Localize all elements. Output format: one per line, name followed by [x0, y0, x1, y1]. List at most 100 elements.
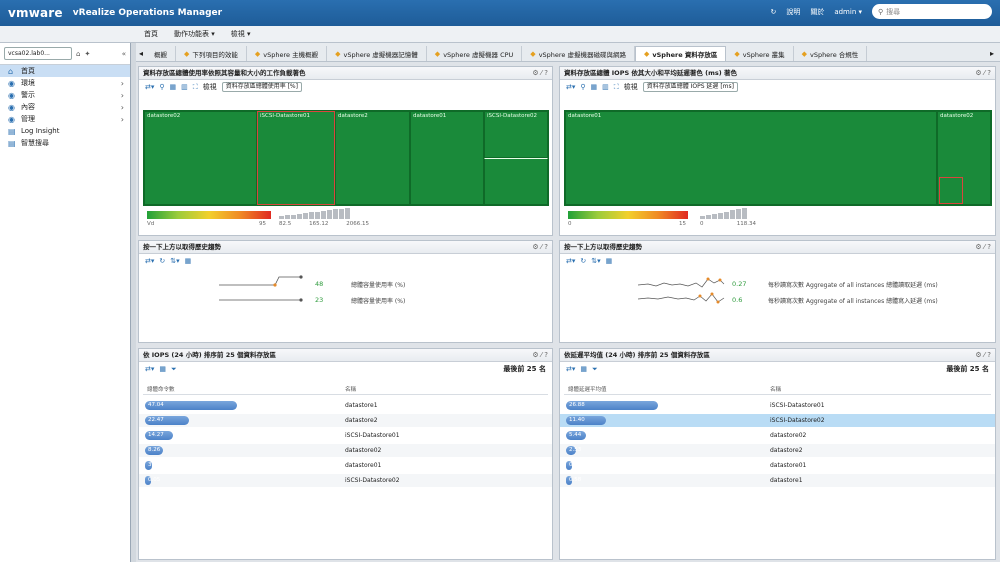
filter-icon[interactable]: ⏷ [592, 365, 598, 374]
size-legend-bar [730, 210, 735, 219]
dashboard-icon: ◆ [644, 50, 650, 58]
collapse-icon[interactable]: « [122, 50, 126, 58]
panel-controls-icon[interactable]: ⚙ ⁄ ? [975, 67, 991, 79]
refresh-icon[interactable]: ↻ [770, 8, 776, 16]
table-row[interactable]: 0.72 datastore01 [560, 459, 995, 472]
treemap-cell[interactable] [484, 158, 548, 205]
table-row[interactable]: 0.05 iSCSI-Datastore02 [139, 474, 552, 487]
home-button[interactable]: 首頁 [140, 29, 162, 39]
trend-label[interactable]: 每秒讀寫次數 Aggregate of all instances 總體寫入延遲… [768, 296, 938, 305]
dashboard-tab[interactable]: ◆ vSphere 主機概觀 [247, 46, 328, 61]
dashboard-tab[interactable]: ◆ vSphere 虛擬機器磁碟與網路 [522, 46, 635, 61]
metric-dropdown[interactable]: 資料存放區總體 IOPS 延遲 [ms] [642, 82, 738, 92]
filter-icon[interactable]: ▥ [602, 83, 609, 91]
dashboard-tab[interactable]: ◆ vSphere 合規性 [794, 46, 868, 61]
size-legend [700, 207, 750, 219]
table-row[interactable]: 11.40 iSCSI-Datastore02 [560, 414, 995, 427]
datastore-name: iSCSI-Datastore01 [770, 402, 825, 409]
chart-icon[interactable]: ▦ [591, 83, 598, 91]
column-header[interactable]: 名稱 [770, 385, 781, 393]
sidebar-item[interactable]: ◉ 環境 › [0, 77, 130, 89]
datastore-name: datastore02 [770, 432, 807, 439]
dashboard-nav-icon[interactable]: ⇄▾ [145, 365, 154, 373]
dashboard-tab[interactable]: ◆ vSphere 虛擬機器 CPU [427, 46, 523, 61]
tab-scroll-right-icon[interactable]: ▸ [990, 46, 1000, 61]
metric-dropdown[interactable]: 資料存放區總體使用率 [%] [221, 82, 302, 92]
sort-icon[interactable]: ⇅▾ [591, 257, 600, 265]
refresh-icon[interactable]: ↻ [159, 257, 165, 265]
treemap-cell[interactable]: iSCSI-Datastore01 [257, 111, 335, 205]
treemap-cell[interactable]: datastore01 [410, 111, 484, 205]
tab-scroll-left-icon[interactable]: ◂ [136, 46, 146, 61]
column-header[interactable]: 名稱 [345, 385, 356, 393]
table-row[interactable]: 26.88 iSCSI-Datastore01 [560, 399, 995, 412]
grid-icon[interactable]: ▦ [185, 257, 192, 265]
sidebar-item[interactable]: ◉ 管理 › [0, 113, 130, 125]
panel-controls-icon[interactable]: ⚙ ⁄ ? [975, 349, 991, 361]
table-row[interactable]: 5.44 datastore02 [560, 429, 995, 442]
sidebar-item[interactable]: ⌂ 首頁 [0, 65, 130, 77]
user-menu[interactable]: admin ▾ [834, 8, 862, 16]
sidebar-item[interactable]: ▤ 智慧搜尋 [0, 137, 130, 149]
dashboard-tab[interactable]: ◆ vSphere 虛擬機器記憶體 [327, 46, 427, 61]
value-bar: 11.40 [566, 416, 606, 425]
table-row[interactable]: 47.04 datastore1 [139, 399, 552, 412]
help-link[interactable]: 說明 [786, 7, 800, 17]
table-row[interactable]: 2.53 datastore2 [560, 444, 995, 457]
panel-controls-icon[interactable]: ⚙ ⁄ ? [532, 349, 548, 361]
about-link[interactable]: 關於 [810, 7, 824, 17]
table-row[interactable]: 3.14 datastore01 [139, 459, 552, 472]
treemap-cell-selected[interactable] [939, 177, 963, 204]
dashboard-tab[interactable]: ◆ vSphere 叢集 [726, 46, 794, 61]
table-header: 總體命令數 名稱 [143, 383, 548, 395]
search-input[interactable]: ⚲ 搜尋 [872, 4, 992, 19]
vcenter-select[interactable]: vcsa02.lab0... [4, 47, 72, 60]
grid-icon[interactable]: ▦ [580, 365, 587, 373]
dashboard-tab[interactable]: 概觀 [146, 46, 176, 61]
sidebar-item[interactable]: ▤ Log Insight [0, 125, 130, 137]
table-row[interactable]: 8.26 datastore02 [139, 444, 552, 457]
dashboard-nav-icon[interactable]: ⇄▾ [145, 257, 154, 265]
settings-icon[interactable]: ✦ [84, 50, 90, 58]
actions-menu[interactable]: 動作功能表 ▾ [170, 29, 219, 39]
panel-controls-icon[interactable]: ⚙ ⁄ ? [532, 241, 548, 253]
zoom-icon[interactable]: ⚲ [159, 83, 164, 91]
column-header[interactable]: 總體延遲平均值 [568, 385, 607, 393]
views-menu[interactable]: 檢視 ▾ [227, 29, 255, 39]
table-row[interactable]: 22.47 datastore2 [139, 414, 552, 427]
trend-label[interactable]: 總體容量使用率 (%) [351, 296, 405, 305]
treemap-cell[interactable]: iSCSI-Datastore02 [484, 111, 548, 158]
grid-icon[interactable]: ▦ [606, 257, 613, 265]
filter-icon[interactable]: ⏷ [171, 365, 177, 374]
dashboard-nav-icon[interactable]: ⇄▾ [566, 257, 575, 265]
panel-controls-icon[interactable]: ⚙ ⁄ ? [532, 67, 548, 79]
sort-icon[interactable]: ⇅▾ [170, 257, 179, 265]
panel-controls-icon[interactable]: ⚙ ⁄ ? [975, 241, 991, 253]
filter-icon[interactable]: ▥ [181, 83, 188, 91]
table-row[interactable]: 0.58 datastore1 [560, 474, 995, 487]
dashboard-tab[interactable]: ◆ 下列項目的效能 [176, 46, 247, 61]
fit-icon[interactable]: ⛶ [193, 83, 198, 92]
home-icon[interactable]: ⌂ [76, 50, 80, 58]
treemap-cell[interactable]: datastore2 [335, 111, 410, 205]
grid-icon[interactable]: ▦ [159, 365, 166, 373]
column-header[interactable]: 總體命令數 [147, 385, 175, 393]
value-bar: 0.05 [145, 476, 160, 485]
dashboard-nav-icon[interactable]: ⇄▾ [145, 83, 154, 91]
fit-icon[interactable]: ⛶ [614, 83, 619, 92]
dashboard-nav-icon[interactable]: ⇄▾ [566, 83, 575, 91]
dashboard-icon: ◆ [734, 49, 740, 58]
zoom-icon[interactable]: ⚲ [580, 83, 585, 91]
treemap-cell[interactable]: datastore01 [565, 111, 937, 205]
sidebar-item[interactable]: ◉ 警示 › [0, 89, 130, 101]
treemap-cell[interactable]: datastore02 [144, 111, 257, 205]
dashboard-tab[interactable]: ◆ vSphere 資料存放區 [635, 46, 727, 61]
chart-icon[interactable]: ▦ [170, 83, 177, 91]
sidebar-item[interactable]: ◉ 內容 › [0, 101, 130, 113]
refresh-icon[interactable]: ↻ [580, 257, 586, 265]
trend-label[interactable]: 總體容量使用率 (%) [351, 280, 405, 289]
table-row[interactable]: 14.27 iSCSI-Datastore01 [139, 429, 552, 442]
dashboard-nav-icon[interactable]: ⇄▾ [566, 365, 575, 373]
trend-label[interactable]: 每秒讀寫次數 Aggregate of all instances 總體讀取延遲… [768, 280, 938, 289]
trend-value: 48 [315, 280, 324, 288]
